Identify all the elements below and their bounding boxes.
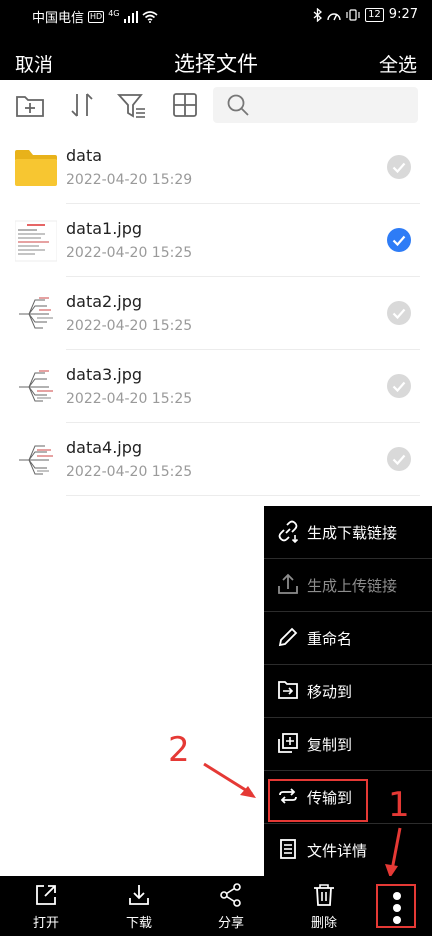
menu-item-generate-download-link[interactable]: 生成下载链接 bbox=[264, 506, 432, 558]
menu-item-file-details[interactable]: 文件详情 bbox=[264, 824, 432, 876]
share-icon bbox=[220, 883, 241, 907]
menu-item-label: 生成下载链接 bbox=[307, 524, 398, 542]
link-icon bbox=[278, 520, 299, 543]
checkbox-icon[interactable] bbox=[387, 447, 411, 471]
image-thumbnail bbox=[15, 440, 57, 480]
list-item[interactable]: data3.jpg 2022-04-20 15:25 bbox=[0, 350, 432, 423]
file-name: data1.jpg bbox=[66, 219, 143, 238]
more-dot-icon bbox=[393, 916, 401, 924]
list-item[interactable]: data1.jpg 2022-04-20 15:25 bbox=[0, 204, 432, 277]
battery-indicator: 12 bbox=[365, 7, 384, 22]
file-name: data3.jpg bbox=[66, 365, 143, 384]
checkbox-icon[interactable] bbox=[387, 374, 411, 398]
download-icon bbox=[129, 885, 149, 905]
checkbox-checked-icon[interactable] bbox=[387, 228, 411, 252]
share-button[interactable]: 分享 bbox=[201, 882, 261, 931]
file-name: data4.jpg bbox=[66, 438, 143, 457]
more-dot-icon bbox=[393, 904, 401, 912]
file-date: 2022-04-20 15:25 bbox=[66, 318, 193, 334]
vibrate-icon bbox=[346, 8, 360, 21]
menu-item-label: 复制到 bbox=[307, 736, 353, 754]
hd-badge: HD bbox=[88, 10, 105, 23]
carrier-label: 中国电信 bbox=[32, 11, 85, 26]
checkbox-icon[interactable] bbox=[387, 155, 411, 179]
annotation-highlight-box bbox=[268, 779, 368, 822]
list-item[interactable]: data2.jpg 2022-04-20 15:25 bbox=[0, 277, 432, 350]
grid-view-icon[interactable] bbox=[170, 90, 200, 120]
open-label: 打开 bbox=[32, 916, 59, 931]
file-name: data2.jpg bbox=[66, 292, 143, 311]
sort-icon[interactable] bbox=[67, 90, 97, 120]
menu-item-move-to[interactable]: 移动到 bbox=[264, 665, 432, 717]
menu-item-label: 文件详情 bbox=[307, 842, 368, 860]
menu-item-rename[interactable]: 重命名 bbox=[264, 612, 432, 664]
image-thumbnail bbox=[15, 367, 57, 407]
clock: 9:27 bbox=[388, 7, 418, 22]
search-input[interactable] bbox=[213, 87, 418, 123]
open-icon bbox=[36, 885, 56, 905]
pencil-icon bbox=[278, 627, 298, 647]
signal-icon bbox=[123, 10, 138, 23]
menu-item-label: 生成上传链接 bbox=[307, 577, 398, 595]
download-label: 下载 bbox=[125, 916, 152, 931]
title-bar: 取消 选择文件 全选 bbox=[0, 32, 432, 80]
more-dot-icon bbox=[393, 892, 401, 900]
folder-icon bbox=[15, 150, 57, 186]
search-icon bbox=[227, 94, 249, 116]
open-button[interactable]: 打开 bbox=[16, 882, 76, 931]
file-date: 2022-04-20 15:29 bbox=[66, 172, 193, 188]
menu-item-copy-to[interactable]: 复制到 bbox=[264, 718, 432, 770]
copy-icon bbox=[278, 733, 298, 753]
filter-icon[interactable] bbox=[117, 90, 147, 120]
upload-icon bbox=[278, 573, 298, 594]
file-date: 2022-04-20 15:25 bbox=[66, 464, 193, 480]
menu-item-label: 重命名 bbox=[307, 630, 353, 648]
list-item[interactable]: data 2022-04-20 15:29 bbox=[0, 131, 432, 204]
new-folder-icon[interactable] bbox=[15, 90, 45, 120]
annotation-arrow-1 bbox=[385, 827, 402, 878]
status-bar: 中国电信 HD 4G 12 9:27 bbox=[0, 0, 432, 32]
wifi-icon bbox=[141, 10, 158, 23]
file-date: 2022-04-20 15:25 bbox=[66, 245, 193, 261]
delete-label: 删除 bbox=[310, 916, 337, 931]
image-thumbnail bbox=[15, 220, 57, 262]
list-item[interactable]: data4.jpg 2022-04-20 15:25 bbox=[0, 423, 432, 496]
checkbox-icon[interactable] bbox=[387, 301, 411, 325]
file-date: 2022-04-20 15:25 bbox=[66, 391, 193, 407]
trash-icon bbox=[314, 884, 334, 906]
select-all-button[interactable]: 全选 bbox=[379, 50, 417, 77]
download-button[interactable]: 下载 bbox=[109, 882, 169, 931]
divider bbox=[66, 495, 420, 496]
delete-button[interactable]: 删除 bbox=[294, 882, 354, 931]
annotation-step-1: 1 bbox=[388, 785, 410, 825]
annotation-arrow-2 bbox=[203, 762, 256, 798]
share-label: 分享 bbox=[217, 916, 244, 931]
menu-item-generate-upload-link[interactable]: 生成上传链接 bbox=[264, 559, 432, 611]
image-thumbnail bbox=[15, 294, 57, 334]
more-button[interactable] bbox=[376, 884, 416, 928]
speed-icon bbox=[327, 12, 341, 20]
file-name: data bbox=[66, 146, 103, 165]
page-title: 选择文件 bbox=[174, 52, 258, 76]
bottom-action-bar: 打开 下载 分享 删除 bbox=[0, 876, 432, 936]
bluetooth-icon bbox=[313, 7, 323, 22]
menu-item-label: 移动到 bbox=[307, 683, 353, 701]
annotation-step-2: 2 bbox=[168, 730, 190, 770]
network-label: 4G bbox=[108, 9, 120, 18]
details-icon bbox=[280, 839, 296, 859]
move-icon bbox=[278, 681, 298, 699]
